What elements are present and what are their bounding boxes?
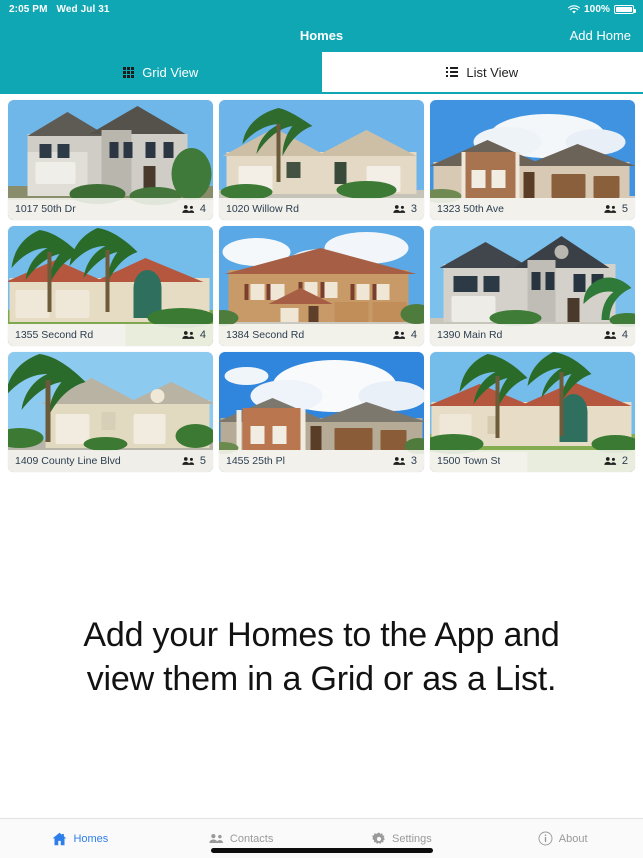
occupant-count: 3 [410,455,417,467]
home-card-footer: 1455 25th Pl 3 [219,450,424,472]
tab-list-view-label: List View [466,64,519,80]
status-date: Wed Jul 31 [56,4,110,15]
people-icon [182,205,195,213]
add-home-button[interactable]: Add Home [570,28,631,43]
home-address: 1409 County Line Blvd [15,455,121,467]
occupant-count: 4 [621,329,628,341]
tab-contacts[interactable]: Contacts [161,833,322,845]
list-icon [446,67,459,77]
view-mode-tabs: Grid View List View [0,52,643,94]
home-address: 1323 50th Ave [437,203,504,215]
status-time: 2:05 PM [9,4,48,15]
home-card[interactable]: 1323 50th Ave 5 [430,100,635,220]
home-card-footer: 1390 Main Rd 4 [430,324,635,346]
homes-grid-container: 1017 50th Dr 4 1020 Willow Rd 3 1323 50t… [0,94,643,472]
home-card[interactable]: 1390 Main Rd 4 [430,226,635,346]
occupant-count: 4 [410,329,417,341]
people-icon [182,457,195,465]
tab-list-view[interactable]: List View [321,52,643,92]
occupant-count: 5 [199,455,206,467]
tab-about-label: About [558,832,588,845]
home-card[interactable]: 1384 Second Rd 4 [219,226,424,346]
home-address: 1355 Second Rd [15,329,94,341]
tab-about[interactable]: About [482,831,643,846]
status-bar: 2:05 PM Wed Jul 31 100% [0,0,643,19]
home-address: 1390 Main Rd [437,329,503,341]
home-icon [53,832,67,845]
tab-settings-label: Settings [392,832,432,845]
home-occupants: 4 [182,203,206,215]
home-occupants: 4 [604,329,628,341]
hint-text: Add your Homes to the App and view them i… [69,614,573,702]
occupant-count: 5 [621,203,628,215]
tab-contacts-label: Contacts [229,832,274,845]
hint-line-2: view them in a Grid or as a List. [86,659,557,698]
home-occupants: 2 [604,455,628,467]
home-address: 1020 Willow Rd [226,203,299,215]
home-occupants: 4 [182,329,206,341]
people-icon [393,331,406,339]
page-title: Homes [299,28,344,43]
people-icon [604,205,617,213]
occupant-count: 3 [410,203,417,215]
home-card-footer: 1409 County Line Blvd 5 [8,450,213,472]
nav-bar: Homes Add Home [0,19,643,52]
people-icon [182,331,195,339]
battery-icon [614,5,636,14]
home-address: 1017 50th Dr [15,203,76,215]
home-card-footer: 1384 Second Rd 4 [219,324,424,346]
people-icon [393,205,406,213]
occupant-count: 4 [199,329,206,341]
bottom-tab-bar: Homes Contacts Settings About [0,818,643,858]
people-icon [393,457,406,465]
home-occupants: 5 [182,455,206,467]
wifi-icon [568,4,580,15]
hint-line-1: Add your Homes to the App and [83,616,560,654]
home-indicator [210,848,433,853]
home-card-footer: 1017 50th Dr 4 [8,198,213,220]
home-occupants: 3 [393,455,417,467]
status-bar-right: 100% [568,4,636,15]
home-card[interactable]: 1355 Second Rd 4 [8,226,213,346]
tab-homes-label: Homes [73,832,109,845]
home-card[interactable]: 1500 Town St 2 [430,352,635,472]
grid-icon [123,66,135,78]
home-card[interactable]: 1409 County Line Blvd 5 [8,352,213,472]
home-occupants: 4 [393,329,417,341]
tab-grid-view[interactable]: Grid View [0,52,322,92]
empty-state-hint: Add your Homes to the App and view them i… [0,472,643,818]
home-occupants: 3 [393,203,417,215]
home-card[interactable]: 1020 Willow Rd 3 [219,100,424,220]
app-root: 2:05 PM Wed Jul 31 100% Homes Add Home G… [0,0,643,858]
status-bar-left: 2:05 PM Wed Jul 31 [9,4,110,15]
home-occupants: 5 [604,203,628,215]
home-card-footer: 1355 Second Rd 4 [8,324,213,346]
home-address: 1500 Town St [437,455,501,467]
tab-homes[interactable]: Homes [0,832,161,846]
people-icon [604,457,617,465]
home-card[interactable]: 1017 50th Dr 4 [8,100,213,220]
gear-icon [372,831,385,844]
contacts-icon [209,834,223,843]
people-icon [604,331,617,339]
homes-grid: 1017 50th Dr 4 1020 Willow Rd 3 1323 50t… [8,100,635,472]
home-card-footer: 1020 Willow Rd 3 [219,198,424,220]
home-card-footer: 1500 Town St 2 [430,450,635,472]
tab-settings[interactable]: Settings [322,831,483,846]
tab-grid-view-label: Grid View [142,64,199,80]
battery-percent: 100% [584,4,610,15]
home-card-footer: 1323 50th Ave 5 [430,198,635,220]
occupant-count: 4 [199,203,206,215]
occupant-count: 2 [621,455,628,467]
info-icon [538,831,553,846]
home-card[interactable]: 1455 25th Pl 3 [219,352,424,472]
home-address: 1384 Second Rd [226,329,305,341]
home-address: 1455 25th Pl [226,455,285,467]
